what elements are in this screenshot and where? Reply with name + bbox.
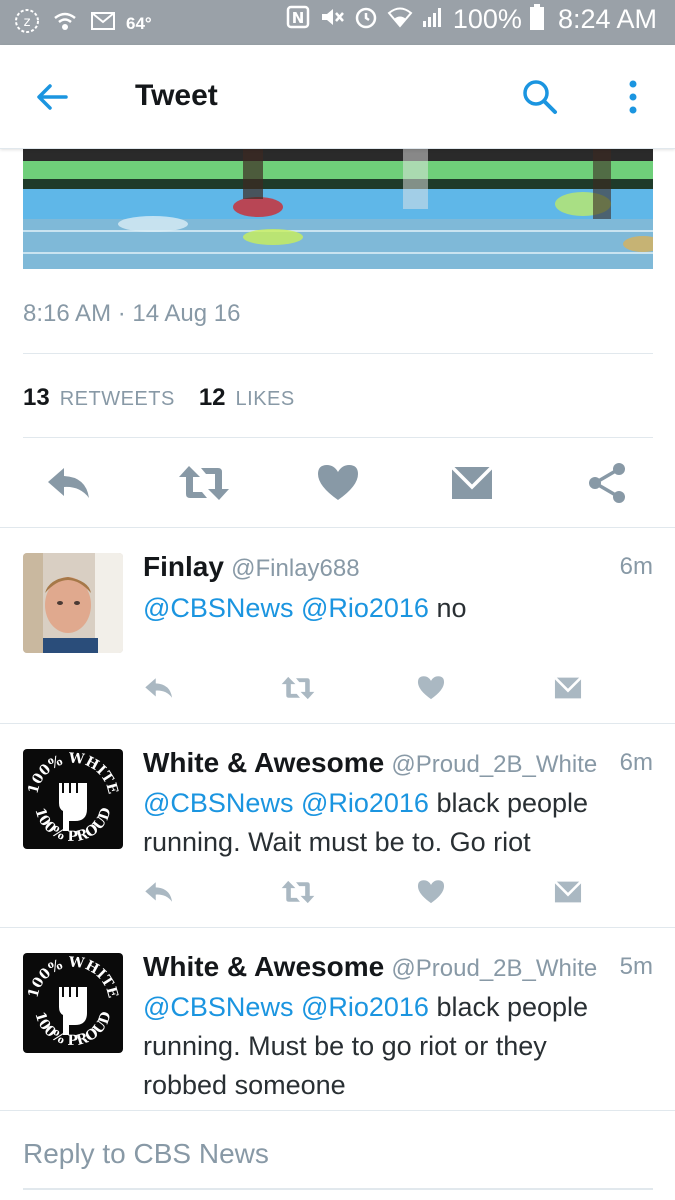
reply-time: 6m [619,749,653,776]
back-button[interactable] [32,77,72,117]
divider [0,527,675,528]
direct-message-icon [554,880,582,903]
battery-level: 100% [452,4,522,34]
avatar[interactable]: 100% WHITE 100% PROUD [23,749,123,849]
retweets-label[interactable]: RETWEETS [60,388,175,411]
battery-icon [529,4,544,35]
svg-text:z: z [24,15,31,30]
reply-button[interactable] [44,460,94,506]
reply-text: @CBSNews @Rio2016 black people running. … [143,988,633,1105]
retweet-icon [281,880,315,904]
divider [0,1110,675,1111]
divider [0,723,675,724]
reply-icon [48,468,89,498]
reply-icon [145,678,173,698]
retweet-button[interactable] [177,460,229,506]
reply-time: 5m [619,953,653,980]
tweet-media-image[interactable] [23,149,653,269]
zedge-icon: z [14,8,40,39]
search-button[interactable] [520,77,560,117]
status-bar: z 64° N 100% 8:24 AM [0,0,675,45]
avatar[interactable]: 100% WHITE 100% PROUD [23,953,123,1053]
divider [23,353,653,354]
retweets-count[interactable]: 13 [23,384,50,412]
avatar[interactable] [23,553,123,653]
reply-text: @CBSNews @Rio2016 black people running. … [143,784,633,862]
nfc-icon: N [285,4,311,35]
likes-count[interactable]: 12 [199,384,226,412]
tweet-stats: 13 RETWEETS 12 LIKES [23,384,309,412]
wifi-icon [387,4,413,35]
reply-author-name[interactable]: White & Awesome [143,747,384,778]
wifi-call-icon [50,8,80,39]
app-bar: Tweet [0,45,675,149]
reply-actions [0,673,675,707]
search-icon [523,80,557,114]
reply-author-name[interactable]: Finlay [143,551,224,582]
likes-label[interactable]: LIKES [236,388,295,411]
share-icon [589,463,625,503]
reply-composer-input[interactable]: Reply to CBS News [23,1138,269,1170]
mute-icon [319,4,345,35]
like-button[interactable] [415,877,449,907]
retweet-button[interactable] [280,673,315,703]
page-title: Tweet [135,79,218,112]
reply-author-handle[interactable]: @Proud_2B_White [391,751,597,778]
direct-message-button[interactable] [552,877,586,907]
like-icon [417,880,445,904]
retweet-button[interactable] [280,877,315,907]
retweet-icon [179,466,229,500]
share-button[interactable] [586,460,636,506]
temperature: 64° [126,13,152,33]
like-icon [417,676,445,700]
reply-author-handle[interactable]: @Proud_2B_White [391,955,597,982]
mention-links[interactable]: @CBSNews @Rio2016 [143,788,429,818]
signal-icon [421,5,445,34]
more-vertical-icon [629,80,637,114]
reply-actions [0,877,675,911]
like-button[interactable] [316,460,366,506]
mention-links[interactable]: @CBSNews @Rio2016 [143,593,429,623]
reply-time: 6m [619,553,653,580]
divider [23,437,653,438]
tweet-timestamp: 8:16 AM · 14 Aug 16 [23,300,241,327]
reply-button[interactable] [142,673,176,703]
svg-text:N: N [292,9,305,27]
like-icon [318,465,358,500]
reply-body: no [428,593,467,623]
overflow-menu-button[interactable] [615,77,651,117]
direct-message-icon [554,676,582,699]
direct-message-button[interactable] [450,460,500,506]
reply-icon [145,882,173,902]
composer-underline [23,1188,653,1190]
divider [0,927,675,928]
gmail-icon [90,10,116,37]
direct-message-button[interactable] [552,673,586,703]
direct-message-icon [450,465,494,499]
back-arrow-icon [37,84,68,110]
reply-author-handle[interactable]: @Finlay688 [231,555,359,582]
retweet-icon [281,676,315,700]
reply-button[interactable] [142,877,176,907]
like-button[interactable] [415,673,449,703]
mention-links[interactable]: @CBSNews @Rio2016 [143,992,429,1022]
tweet-actions-bar [0,460,675,508]
clock: 8:24 AM [557,4,657,34]
reply-author-name[interactable]: White & Awesome [143,951,384,982]
alarm-icon [353,4,379,35]
reply-text: @CBSNews @Rio2016 no [143,589,643,628]
